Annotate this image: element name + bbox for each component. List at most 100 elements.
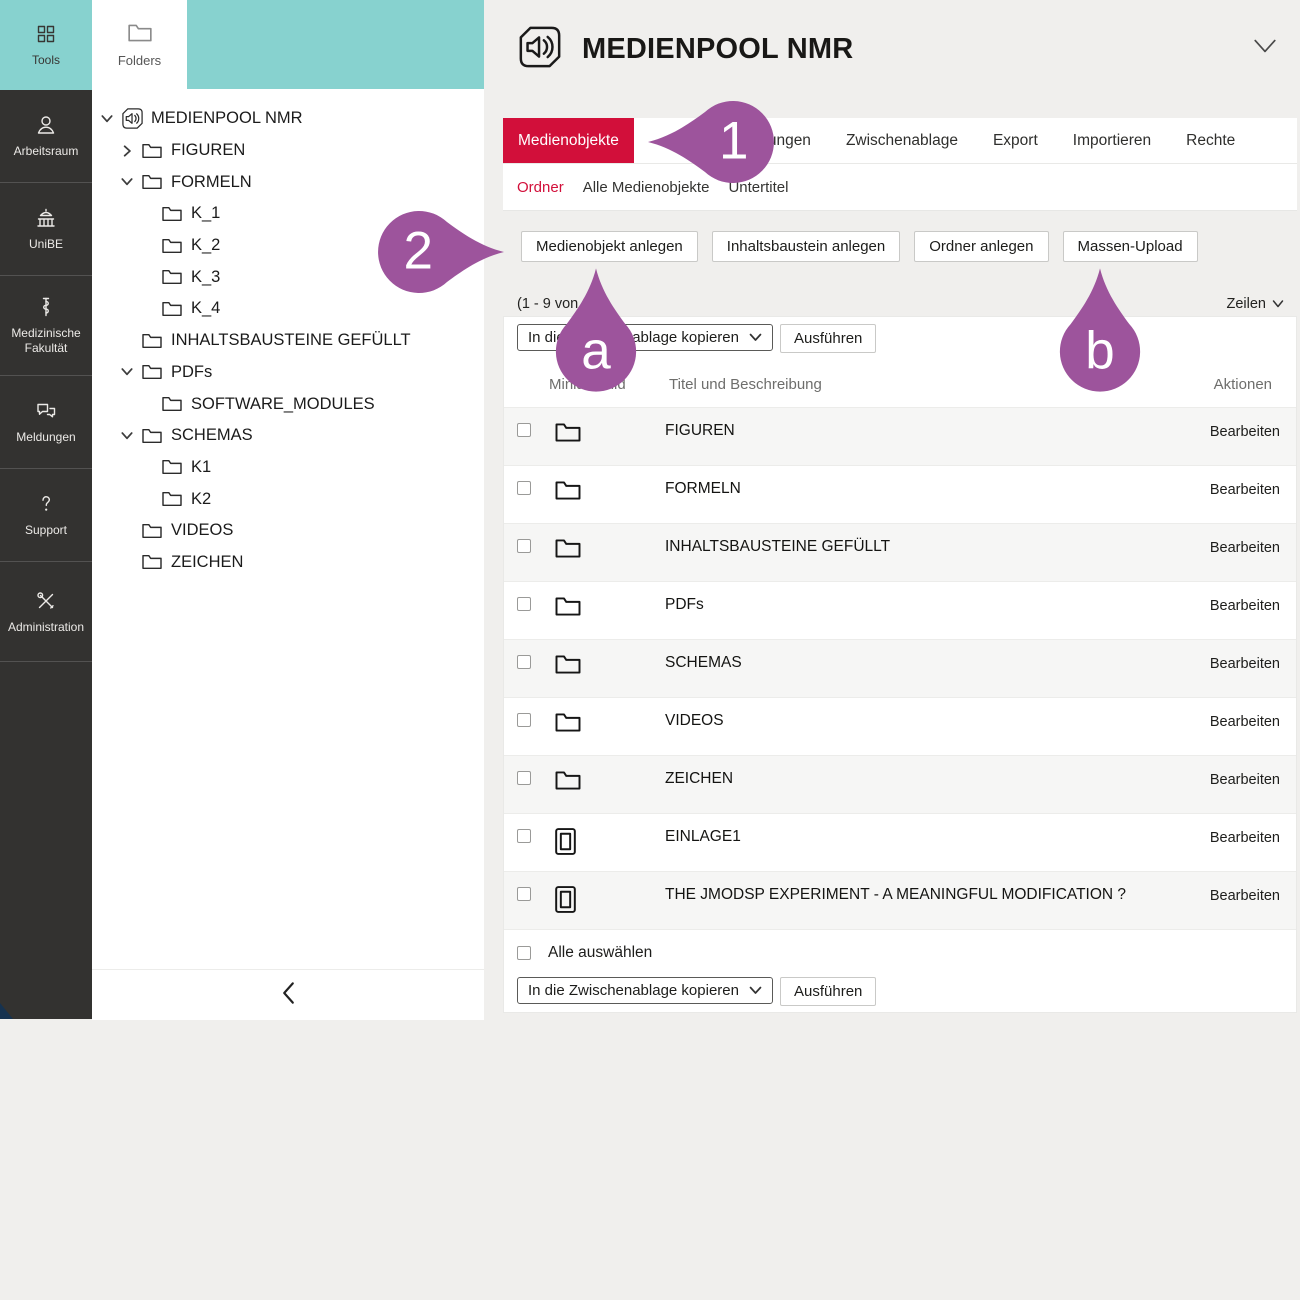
row-title[interactable]: VIDEOS: [657, 712, 1210, 730]
folder-icon: [545, 537, 657, 565]
page-header: MEDIENPOOL NMR: [517, 24, 853, 75]
action-select[interactable]: In die Zwischenablage kopieren: [517, 324, 773, 351]
tree-item-label: K2: [191, 490, 211, 509]
table-row: SCHEMASBearbeiten: [504, 639, 1296, 697]
tab-rechte[interactable]: Rechte: [1186, 118, 1235, 163]
edit-link[interactable]: Bearbeiten: [1210, 714, 1296, 730]
table-row: ZEICHENBearbeiten: [504, 755, 1296, 813]
page-title: MEDIENPOOL NMR: [582, 33, 853, 66]
folders-tab-label: Folders: [118, 53, 161, 68]
tree-item-label: K_3: [191, 268, 220, 287]
row-checkbox[interactable]: [517, 423, 531, 437]
button-medienobjekt-anlegen[interactable]: Medienobjekt anlegen: [521, 231, 698, 262]
edit-link[interactable]: Bearbeiten: [1210, 772, 1296, 788]
edit-link[interactable]: Bearbeiten: [1210, 656, 1296, 672]
action-select-value: In die Zwischenablage kopieren: [528, 982, 739, 999]
list-controls-bottom: In die Zwischenablage kopieren Ausführen: [504, 975, 1296, 1006]
tree-item-k-4[interactable]: K_4: [92, 293, 484, 325]
sidebar-item-medizinische-fakult-t[interactable]: Medizinische Fakultät: [0, 276, 92, 376]
tree-item-inhaltsbausteine-gef-llt[interactable]: INHALTSBAUSTEINE GEFÜLLT: [92, 325, 484, 357]
tab-ungen[interactable]: ungen: [768, 118, 811, 163]
row-checkbox[interactable]: [517, 771, 531, 785]
chevron-down-icon[interactable]: [120, 365, 141, 379]
subtab-alle-medienobjekte[interactable]: Alle Medienobjekte: [583, 179, 710, 196]
university-icon: [34, 206, 58, 230]
tree-item-schemas[interactable]: SCHEMAS: [92, 420, 484, 452]
table-body: FIGURENBearbeitenFORMELNBearbeitenINHALT…: [504, 407, 1296, 929]
chevron-down-icon[interactable]: [120, 175, 141, 189]
tab-importieren[interactable]: Importieren: [1073, 118, 1151, 163]
tree-item-k-1[interactable]: K_1: [92, 198, 484, 230]
sidebar-item-support[interactable]: Support: [0, 469, 92, 562]
tree-item-k-2[interactable]: K_2: [92, 230, 484, 262]
subtab-ordner[interactable]: Ordner: [517, 179, 564, 196]
edit-link[interactable]: Bearbeiten: [1210, 540, 1296, 556]
sidebar-item-administration[interactable]: Administration: [0, 562, 92, 662]
row-checkbox[interactable]: [517, 481, 531, 495]
sidebar-item-arbeitsraum[interactable]: Arbeitsraum: [0, 90, 92, 183]
chevron-down-icon[interactable]: [120, 429, 141, 443]
sidebar-item-unibe[interactable]: UniBE: [0, 183, 92, 276]
row-checkbox[interactable]: [517, 539, 531, 553]
row-checkbox[interactable]: [517, 597, 531, 611]
tree-item-videos[interactable]: VIDEOS: [92, 515, 484, 547]
row-checkbox[interactable]: [517, 713, 531, 727]
subtab-untertitel[interactable]: Untertitel: [728, 179, 788, 196]
row-checkbox[interactable]: [517, 829, 531, 843]
sidebar-item-meldungen[interactable]: Meldungen: [0, 376, 92, 469]
tree-item-software-modules[interactable]: SOFTWARE_MODULES: [92, 388, 484, 420]
tab-folders[interactable]: Folders: [92, 0, 187, 89]
tab-medienobjekte[interactable]: Medienobjekte: [503, 118, 634, 163]
row-title[interactable]: PDFs: [657, 596, 1210, 614]
toolbar: Medienobjekt anlegen Inhaltsbaustein anle…: [503, 231, 1198, 262]
tree-item-label: K_2: [191, 236, 220, 255]
button-inhaltsbaustein-anlegen[interactable]: Inhaltsbaustein anlegen: [712, 231, 900, 262]
button-massen-upload[interactable]: Massen-Upload: [1063, 231, 1198, 262]
folder-icon: [161, 458, 191, 476]
edit-link[interactable]: Bearbeiten: [1210, 424, 1296, 440]
edit-link[interactable]: Bearbeiten: [1210, 888, 1296, 904]
folder-icon: [545, 421, 657, 449]
row-title[interactable]: EINLAGE1: [657, 828, 1210, 846]
row-title[interactable]: THE JMODSP EXPERIMENT - A MEANINGFUL MOD…: [657, 886, 1210, 904]
corner-shape: [0, 1003, 13, 1019]
header-chevron-down-icon[interactable]: [1252, 35, 1278, 62]
rows-dropdown[interactable]: Zeilen: [1227, 296, 1285, 312]
edit-link[interactable]: Bearbeiten: [1210, 598, 1296, 614]
row-checkbox[interactable]: [517, 655, 531, 669]
tree-item-k1[interactable]: K1: [92, 452, 484, 484]
select-all-checkbox[interactable]: [517, 946, 531, 960]
tree-panel-footer: [92, 969, 484, 1020]
sidebar-item-tools[interactable]: Tools: [0, 0, 92, 90]
row-title[interactable]: ZEICHEN: [657, 770, 1210, 788]
tree-item-zeichen[interactable]: ZEICHEN: [92, 547, 484, 579]
chevron-down-icon[interactable]: [100, 112, 121, 126]
folder-icon: [545, 653, 657, 681]
tree-item-pdfs[interactable]: PDFs: [92, 357, 484, 389]
edit-link[interactable]: Bearbeiten: [1210, 830, 1296, 846]
row-title[interactable]: INHALTSBAUSTEINE GEFÜLLT: [657, 538, 1210, 556]
collapse-panel-chevron-icon[interactable]: [281, 981, 296, 1010]
tree-item-medienpool-nmr[interactable]: MEDIENPOOL NMR: [92, 103, 484, 135]
table-row: EINLAGE1Bearbeiten: [504, 813, 1296, 871]
tree-item-k2[interactable]: K2: [92, 483, 484, 515]
execute-button[interactable]: Ausführen: [780, 977, 876, 1006]
action-select[interactable]: In die Zwischenablage kopieren: [517, 977, 773, 1004]
folder-icon: [161, 300, 191, 318]
chevron-right-icon[interactable]: [120, 144, 141, 158]
row-title[interactable]: FIGUREN: [657, 422, 1210, 440]
tree-item-formeln[interactable]: FORMELN: [92, 166, 484, 198]
button-ordner-anlegen[interactable]: Ordner anlegen: [914, 231, 1048, 262]
folder-icon: [141, 363, 171, 381]
tree-item-k-3[interactable]: K_3: [92, 261, 484, 293]
row-checkbox[interactable]: [517, 887, 531, 901]
page: ToolsArbeitsraumUniBEMedizinische Fakult…: [0, 0, 1300, 1300]
edit-link[interactable]: Bearbeiten: [1210, 482, 1296, 498]
tree-item-figuren[interactable]: FIGUREN: [92, 135, 484, 167]
execute-button[interactable]: Ausführen: [780, 324, 876, 353]
row-title[interactable]: SCHEMAS: [657, 654, 1210, 672]
tab-export[interactable]: Export: [993, 118, 1038, 163]
row-title[interactable]: FORMELN: [657, 480, 1210, 498]
mediapool-speaker-icon: [121, 107, 151, 130]
tab-zwischenablage[interactable]: Zwischenablage: [846, 118, 958, 163]
